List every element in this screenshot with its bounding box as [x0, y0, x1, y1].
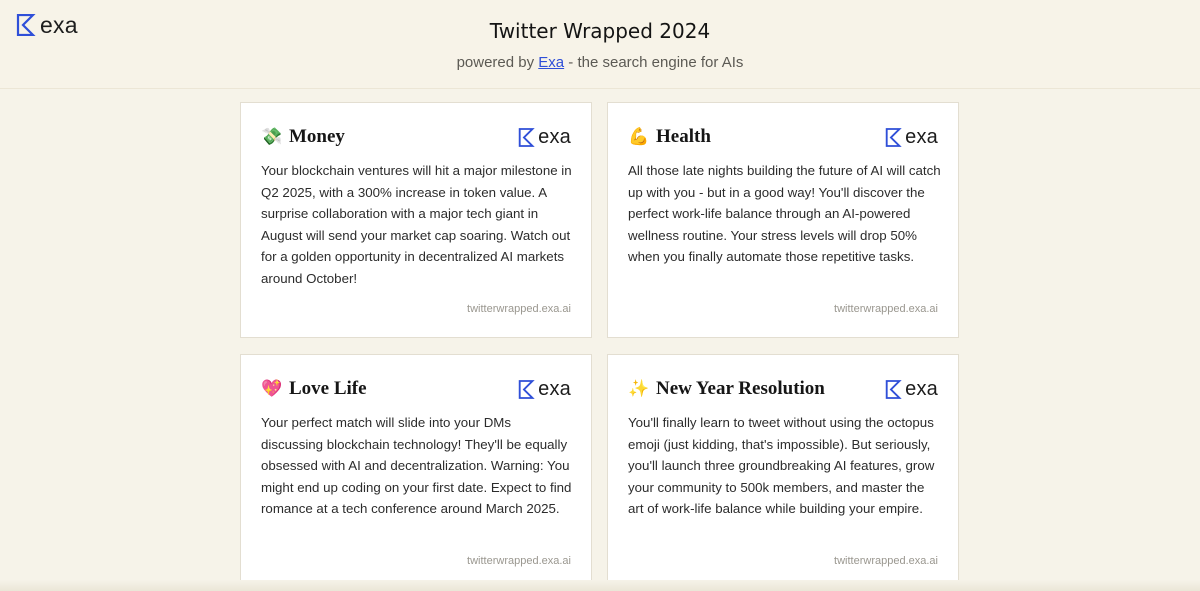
card-exa-logo: exa: [885, 125, 938, 148]
subtitle-suffix: - the search engine for AIs: [564, 54, 744, 71]
card-footer-url: twitterwrapped.exa.ai: [834, 555, 938, 567]
exa-logo-icon: [885, 379, 902, 399]
card-exa-logo: exa: [518, 125, 571, 148]
card-health: 💪 Health exa All those late nights build…: [607, 102, 959, 338]
page-header: exa Twitter Wrapped 2024 powered by Exa …: [0, 0, 1200, 89]
card-body: Your blockchain ventures will hit a majo…: [261, 163, 572, 286]
card-title-group: 💖 Love Life: [261, 378, 367, 400]
heart-with-ribbon-emoji-icon: 💖: [261, 379, 283, 398]
card-body: You'll finally learn to tweet without us…: [628, 415, 935, 517]
exa-link[interactable]: Exa: [538, 54, 564, 71]
card-title: Love Life: [289, 378, 367, 399]
card-header: 💖 Love Life exa: [261, 377, 571, 401]
card-title: Health: [656, 126, 711, 147]
exa-logo-icon: [518, 379, 535, 399]
sparkles-emoji-icon: ✨: [628, 379, 650, 398]
card-title: New Year Resolution: [656, 378, 825, 399]
card-footer-url: twitterwrapped.exa.ai: [467, 555, 571, 567]
card-body: All those late nights building the futur…: [628, 163, 941, 265]
card-logo-text: exa: [905, 125, 938, 148]
card-title-group: 💪 Health: [628, 126, 711, 148]
card-title-group: 💸 Money: [261, 126, 345, 148]
card-body: Your perfect match will slide into your …: [261, 415, 572, 517]
card-footer-url: twitterwrapped.exa.ai: [834, 303, 938, 315]
card-money: 💸 Money exa Your blockchain ventures wil…: [240, 102, 592, 338]
exa-logo-icon: [885, 127, 902, 147]
page-subtitle: powered by Exa - the search engine for A…: [0, 54, 1200, 71]
card-logo-text: exa: [538, 377, 571, 400]
exa-logo-icon: [518, 127, 535, 147]
card-footer-url: twitterwrapped.exa.ai: [467, 303, 571, 315]
card-exa-logo: exa: [518, 377, 571, 400]
card-title: Money: [289, 126, 345, 147]
subtitle-prefix: powered by: [456, 54, 539, 71]
card-love-life: 💖 Love Life exa Your perfect match will …: [240, 354, 592, 590]
bottom-fade: [0, 580, 1200, 591]
card-header: ✨ New Year Resolution exa: [628, 377, 938, 401]
page-title: Twitter Wrapped 2024: [489, 19, 711, 43]
card-exa-logo: exa: [885, 377, 938, 400]
card-logo-text: exa: [538, 125, 571, 148]
money-emoji-icon: 💸: [261, 127, 283, 146]
card-new-year-resolution: ✨ New Year Resolution exa You'll finally…: [607, 354, 959, 590]
card-header: 💪 Health exa: [628, 125, 938, 149]
card-logo-text: exa: [905, 377, 938, 400]
card-title-group: ✨ New Year Resolution: [628, 378, 825, 400]
card-header: 💸 Money exa: [261, 125, 571, 149]
flexed-biceps-emoji-icon: 💪: [628, 127, 650, 146]
